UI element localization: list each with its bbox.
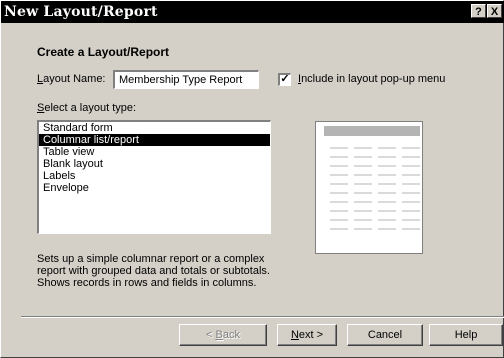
title-bar[interactable]: New Layout/Report ? X xyxy=(1,1,504,23)
help-title-button[interactable]: ? xyxy=(471,4,486,18)
layout-preview-image xyxy=(315,121,423,254)
list-item-columnar-list-report[interactable]: Columnar list/report xyxy=(39,134,270,146)
new-layout-report-dialog: New Layout/Report ? X Create a Layout/Re… xyxy=(0,0,504,358)
list-item-labels[interactable]: Labels xyxy=(39,170,270,182)
layout-type-list[interactable]: Standard form Columnar list/report Table… xyxy=(37,120,271,234)
layout-name-label: Layout Name: xyxy=(37,73,106,85)
layout-description: Sets up a simple columnar report or a co… xyxy=(37,253,270,289)
layout-name-input[interactable]: Membership Type Report xyxy=(113,70,259,89)
layout-type-label: Select a layout type: xyxy=(37,102,137,114)
include-popup-label[interactable]: Include in layout pop-up menu xyxy=(298,73,445,85)
back-button[interactable]: < Back xyxy=(179,324,267,346)
list-item-envelope[interactable]: Envelope xyxy=(39,182,270,194)
columnar-report-preview-icon xyxy=(324,126,420,230)
include-popup-checkbox[interactable]: ✓ xyxy=(278,73,291,86)
list-item-standard-form[interactable]: Standard form xyxy=(39,122,270,134)
list-item-table-view[interactable]: Table view xyxy=(39,146,270,158)
close-icon[interactable]: X xyxy=(487,4,502,18)
separator-highlight xyxy=(21,317,504,318)
list-item-blank-layout[interactable]: Blank layout xyxy=(39,158,270,170)
next-button[interactable]: Next > xyxy=(277,324,337,346)
cancel-button[interactable]: Cancel xyxy=(347,324,423,346)
section-heading: Create a Layout/Report xyxy=(37,45,170,59)
help-button[interactable]: Help xyxy=(429,324,503,346)
dialog-title: New Layout/Report xyxy=(4,4,158,20)
